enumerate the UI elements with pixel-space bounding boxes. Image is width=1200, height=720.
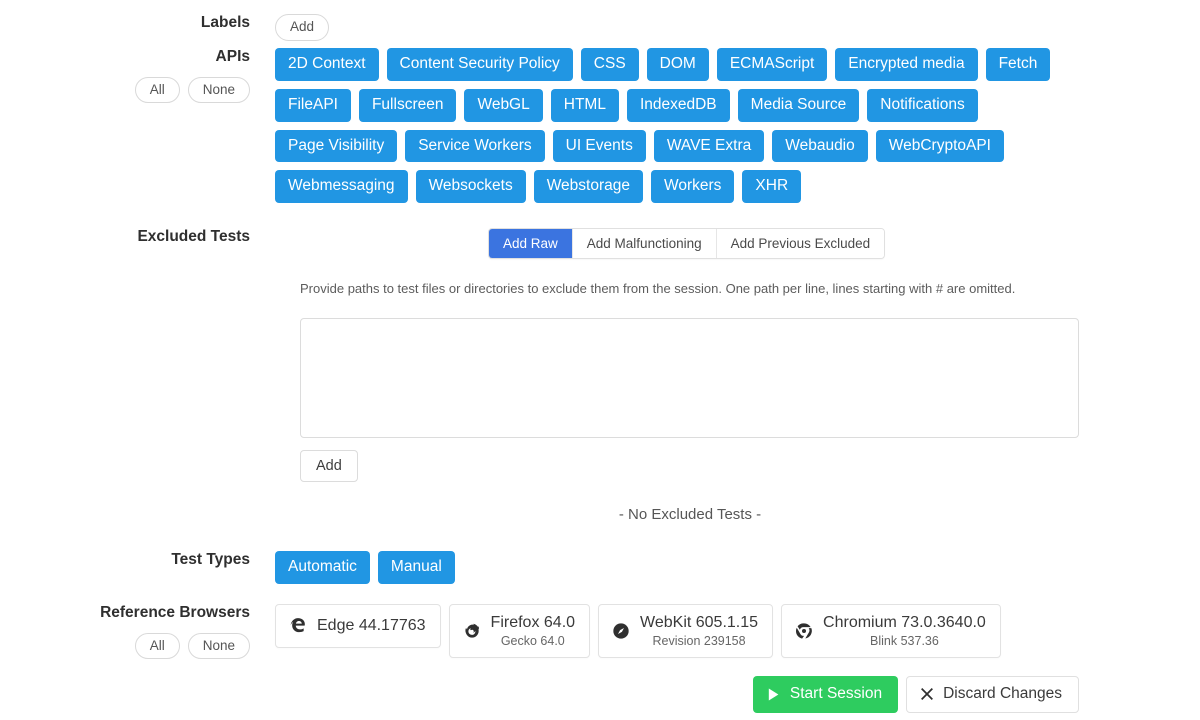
api-tag[interactable]: Content Security Policy [386, 48, 573, 81]
excluded-tests-add-button[interactable]: Add [300, 450, 358, 482]
reference-browser-text: WebKit 605.1.15 Revision 239158 [640, 613, 758, 649]
webkit-icon [611, 621, 631, 641]
reference-browsers-select-controls: All None [134, 632, 250, 660]
play-icon [766, 687, 781, 702]
start-session-button[interactable]: Start Session [752, 676, 899, 713]
labels-content: Add [275, 14, 330, 41]
reference-browser-subtitle: Revision 239158 [652, 634, 746, 648]
excluded-tests-help-text: Provide paths to test files or directori… [300, 281, 1016, 296]
apis-none-button[interactable]: None [187, 76, 250, 104]
excluded-tests-mode-button[interactable]: Add Malfunctioning [572, 229, 717, 258]
close-icon [920, 687, 934, 701]
reference-browsers-label: Reference Browsers [100, 604, 250, 621]
reference-browser-title: WebKit 605.1.15 [640, 614, 759, 631]
action-bar: Start Session Discard Changes [752, 676, 1079, 713]
api-tag[interactable]: Workers [651, 170, 735, 204]
test-types-row: Test Types Automatic Manual [0, 551, 1065, 584]
session-configuration-page: Labels Add APIs All None 2D Context Conte… [0, 0, 1200, 720]
excluded-tests-mode-button[interactable]: Add Raw [489, 229, 573, 258]
labels-label-column: Labels [0, 14, 275, 41]
api-tag[interactable]: Encrypted media [835, 48, 978, 81]
reference-browsers-none-button[interactable]: None [187, 632, 250, 660]
api-tag[interactable]: Webaudio [772, 129, 868, 163]
start-session-label: Start Session [789, 685, 883, 702]
test-type-tag[interactable]: Manual [377, 551, 455, 584]
api-tag[interactable]: Webmessaging [275, 170, 408, 204]
api-tag[interactable]: Service Workers [405, 129, 545, 163]
reference-browsers-all-button[interactable]: All [134, 632, 180, 660]
excluded-tests-row: Excluded Tests Add Raw Add Malfunctioning… [0, 228, 886, 259]
reference-browsers-row: Reference Browsers All None Edge 44.1776… [0, 604, 1001, 660]
apis-row: APIs All None 2D Context Content Security… [0, 48, 1065, 204]
discard-changes-label: Discard Changes [943, 685, 1062, 702]
api-tag[interactable]: WebGL [464, 88, 543, 122]
reference-browser-text: Chromium 73.0.3640.0 Blink 537.36 [823, 613, 986, 649]
api-tag[interactable]: HTML [550, 88, 619, 122]
api-tag[interactable]: DOM [646, 48, 709, 81]
excluded-tests-controls: Add Raw Add Malfunctioning Add Previous Ex… [488, 228, 886, 259]
test-types-label-column: Test Types [0, 551, 275, 584]
api-tag[interactable]: Notifications [867, 88, 978, 122]
reference-browser-title: Edge 44.17763 [317, 617, 426, 634]
api-tag[interactable]: XHR [742, 170, 802, 204]
test-types-label: Test Types [171, 551, 250, 568]
reference-browser-card-list: Edge 44.17763 Firefox 64.0 Gecko 64.0 WebKi… [275, 604, 1001, 659]
api-tag[interactable]: Fetch [985, 48, 1051, 81]
api-tag[interactable]: 2D Context [275, 48, 379, 81]
reference-browser-subtitle: Blink 537.36 [870, 634, 939, 648]
reference-browser-text: Edge 44.17763 [317, 616, 426, 636]
api-tag[interactable]: Webstorage [533, 170, 643, 204]
api-tag[interactable]: WAVE Extra [653, 129, 765, 163]
edge-icon [288, 616, 308, 636]
api-tag[interactable]: ECMAScript [716, 48, 828, 81]
apis-tag-list: 2D Context Content Security Policy CSS DOM E… [275, 48, 1065, 204]
api-tag[interactable]: Websockets [415, 170, 526, 204]
test-type-tag[interactable]: Automatic [275, 551, 370, 584]
apis-label-column: APIs All None [0, 48, 275, 203]
reference-browser-title: Chromium 73.0.3640.0 [823, 614, 986, 631]
reference-browser-subtitle: Gecko 64.0 [500, 634, 565, 648]
reference-browser-title: Firefox 64.0 [490, 614, 576, 631]
reference-browser-card[interactable]: WebKit 605.1.15 Revision 239158 [598, 604, 774, 659]
api-tag[interactable]: IndexedDB [626, 88, 730, 122]
discard-changes-button[interactable]: Discard Changes [906, 676, 1079, 713]
api-tag[interactable]: WebCryptoAPI [875, 129, 1004, 163]
excluded-tests-empty-message: - No Excluded Tests - [618, 506, 762, 523]
apis-label: APIs [215, 48, 250, 65]
excluded-tests-textarea[interactable] [300, 318, 1079, 438]
labels-row: Labels Add [0, 14, 330, 41]
excluded-tests-mode-group: Add Raw Add Malfunctioning Add Previous Ex… [488, 228, 886, 259]
reference-browser-card[interactable]: Edge 44.17763 [275, 604, 441, 648]
api-tag[interactable]: UI Events [552, 129, 646, 163]
firefox-icon [462, 621, 482, 641]
reference-browser-card[interactable]: Chromium 73.0.3640.0 Blink 537.36 [781, 604, 1001, 659]
excluded-tests-label: Excluded Tests [137, 228, 250, 245]
test-types-tag-list: Automatic Manual [275, 551, 1065, 584]
apis-select-controls: All None [134, 76, 250, 104]
labels-add-button[interactable]: Add [275, 14, 330, 41]
excluded-tests-label-column: Excluded Tests [0, 228, 275, 259]
labels-label: Labels [200, 14, 250, 31]
api-tag[interactable]: CSS [580, 48, 639, 81]
reference-browser-text: Firefox 64.0 Gecko 64.0 [491, 613, 575, 649]
reference-browsers-label-column: Reference Browsers All None [0, 604, 275, 660]
apis-all-button[interactable]: All [134, 76, 180, 104]
api-tag[interactable]: Media Source [737, 88, 860, 122]
reference-browser-card[interactable]: Firefox 64.0 Gecko 64.0 [448, 604, 591, 659]
api-tag[interactable]: Fullscreen [358, 88, 457, 122]
excluded-tests-mode-button[interactable]: Add Previous Excluded [716, 229, 885, 258]
api-tag[interactable]: FileAPI [275, 88, 351, 122]
api-tag[interactable]: Page Visibility [275, 129, 398, 163]
chromium-icon [794, 621, 814, 641]
